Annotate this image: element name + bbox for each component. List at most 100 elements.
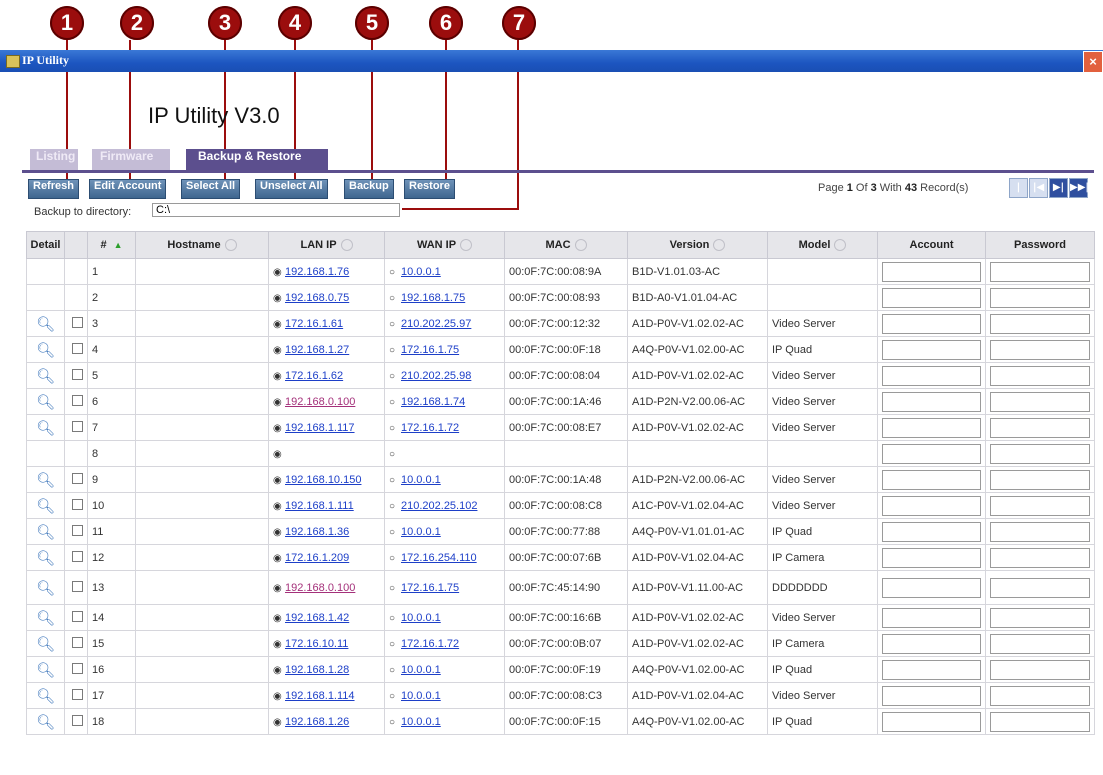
radio-icon[interactable]: ○	[389, 527, 401, 538]
radio-icon[interactable]: ◉	[273, 345, 285, 356]
magnifier-icon[interactable]: 🔍︎	[31, 497, 60, 515]
column-header-lan-ip[interactable]: LAN IP	[268, 231, 385, 259]
password-input[interactable]	[990, 685, 1090, 706]
password-input[interactable]	[990, 469, 1090, 490]
column-header-model[interactable]: Model	[767, 231, 878, 259]
magnifier-icon[interactable]: 🔍︎	[31, 341, 60, 359]
lan-ip-link[interactable]: 172.16.1.61	[285, 318, 343, 330]
magnifier-icon[interactable]: 🔍︎	[31, 367, 60, 385]
wan-ip-link[interactable]: 172.16.1.72	[401, 638, 459, 650]
radio-icon[interactable]: ◉	[273, 527, 285, 538]
column-header-mac[interactable]: MAC	[504, 231, 628, 259]
lan-ip-link[interactable]: 192.168.1.117	[285, 422, 355, 434]
radio-icon[interactable]: ○	[389, 397, 401, 408]
account-input[interactable]	[882, 521, 981, 542]
radio-icon[interactable]: ◉	[273, 319, 285, 330]
row-select-checkbox[interactable]	[72, 610, 83, 622]
account-input[interactable]	[882, 607, 981, 628]
password-input[interactable]	[990, 711, 1090, 732]
magnifier-icon[interactable]: 🔍︎	[31, 549, 60, 567]
radio-icon[interactable]: ○	[389, 665, 401, 676]
radio-icon[interactable]: ◉	[273, 717, 285, 728]
refresh-button[interactable]: Refresh	[28, 179, 79, 199]
lan-ip-link[interactable]: 192.168.0.100	[285, 396, 355, 408]
radio-icon[interactable]: ○	[389, 371, 401, 382]
backup-directory-input[interactable]	[152, 203, 400, 217]
password-input[interactable]	[990, 607, 1090, 628]
password-input[interactable]	[990, 287, 1090, 308]
account-input[interactable]	[882, 417, 981, 438]
row-select-checkbox[interactable]	[72, 636, 83, 648]
password-input[interactable]	[990, 313, 1090, 334]
radio-icon[interactable]: ○	[389, 639, 401, 650]
account-input[interactable]	[882, 495, 981, 516]
wan-ip-link[interactable]: 10.0.0.1	[401, 716, 441, 728]
column-header-hostname[interactable]: Hostname	[135, 231, 269, 259]
row-select-checkbox[interactable]	[72, 524, 83, 536]
radio-icon[interactable]: ○	[389, 293, 401, 304]
row-select-checkbox[interactable]	[72, 580, 83, 592]
wan-ip-link[interactable]: 192.168.1.74	[401, 396, 465, 408]
radio-icon[interactable]: ◉	[273, 691, 285, 702]
password-input[interactable]	[990, 659, 1090, 680]
column-header-number[interactable]: # ▲	[87, 231, 136, 259]
radio-icon[interactable]: ◉	[273, 267, 285, 278]
password-input[interactable]	[990, 633, 1090, 654]
radio-icon[interactable]: ◉	[273, 371, 285, 382]
tab-backup-restore[interactable]: Backup & Restore	[186, 149, 328, 171]
password-input[interactable]	[990, 547, 1090, 568]
radio-icon[interactable]: ○	[389, 319, 401, 330]
radio-icon[interactable]: ○	[389, 553, 401, 564]
password-input[interactable]	[990, 521, 1090, 542]
close-button[interactable]: ×	[1083, 51, 1103, 73]
edit-account-button[interactable]: Edit Account	[89, 179, 167, 199]
account-input[interactable]	[882, 711, 981, 732]
radio-icon[interactable]: ◉	[273, 397, 285, 408]
row-select-checkbox[interactable]	[72, 316, 83, 328]
magnifier-icon[interactable]: 🔍︎	[31, 393, 60, 411]
row-select-checkbox[interactable]	[72, 550, 83, 562]
unselect-all-button[interactable]: Unselect All	[255, 179, 328, 199]
lan-ip-link[interactable]: 192.168.1.26	[285, 716, 349, 728]
column-header-version[interactable]: Version	[627, 231, 768, 259]
row-select-checkbox[interactable]	[72, 714, 83, 726]
wan-ip-link[interactable]: 210.202.25.98	[401, 370, 471, 382]
lan-ip-link[interactable]: 192.168.0.100	[285, 582, 355, 594]
lan-ip-link[interactable]: 192.168.1.27	[285, 344, 349, 356]
account-input[interactable]	[882, 365, 981, 386]
wan-ip-link[interactable]: 10.0.0.1	[401, 690, 441, 702]
row-select-checkbox[interactable]	[72, 472, 83, 484]
wan-ip-link[interactable]: 172.16.1.72	[401, 422, 459, 434]
row-select-checkbox[interactable]	[72, 420, 83, 432]
radio-icon[interactable]: ◉	[273, 639, 285, 650]
password-input[interactable]	[990, 391, 1090, 412]
tab-firmware[interactable]: Firmware	[92, 149, 170, 171]
lan-ip-link[interactable]: 172.16.1.62	[285, 370, 343, 382]
wan-ip-link[interactable]: 10.0.0.1	[401, 474, 441, 486]
wan-ip-link[interactable]: 172.16.1.75	[401, 344, 459, 356]
magnifier-icon[interactable]: 🔍︎	[31, 419, 60, 437]
wan-ip-link[interactable]: 210.202.25.102	[401, 500, 477, 512]
select-all-button[interactable]: Select All	[181, 179, 241, 199]
radio-icon[interactable]: ○	[389, 267, 401, 278]
password-input[interactable]	[990, 577, 1090, 598]
radio-icon[interactable]: ◉	[273, 449, 285, 460]
radio-icon[interactable]: ◉	[273, 475, 285, 486]
password-input[interactable]	[990, 495, 1090, 516]
column-header-wan-ip[interactable]: WAN IP	[384, 231, 505, 259]
account-input[interactable]	[882, 443, 981, 464]
magnifier-icon[interactable]: 🔍︎	[31, 315, 60, 333]
radio-icon[interactable]: ◉	[273, 293, 285, 304]
account-input[interactable]	[882, 685, 981, 706]
row-select-checkbox[interactable]	[72, 688, 83, 700]
magnifier-icon[interactable]: 🔍︎	[31, 687, 60, 705]
account-input[interactable]	[882, 659, 981, 680]
tab-listing[interactable]: Listing	[30, 149, 78, 171]
password-input[interactable]	[990, 339, 1090, 360]
radio-icon[interactable]: ○	[389, 717, 401, 728]
radio-icon[interactable]: ○	[389, 475, 401, 486]
radio-icon[interactable]: ◉	[273, 423, 285, 434]
radio-icon[interactable]: ○	[389, 691, 401, 702]
lan-ip-link[interactable]: 192.168.1.36	[285, 526, 349, 538]
account-input[interactable]	[882, 313, 981, 334]
